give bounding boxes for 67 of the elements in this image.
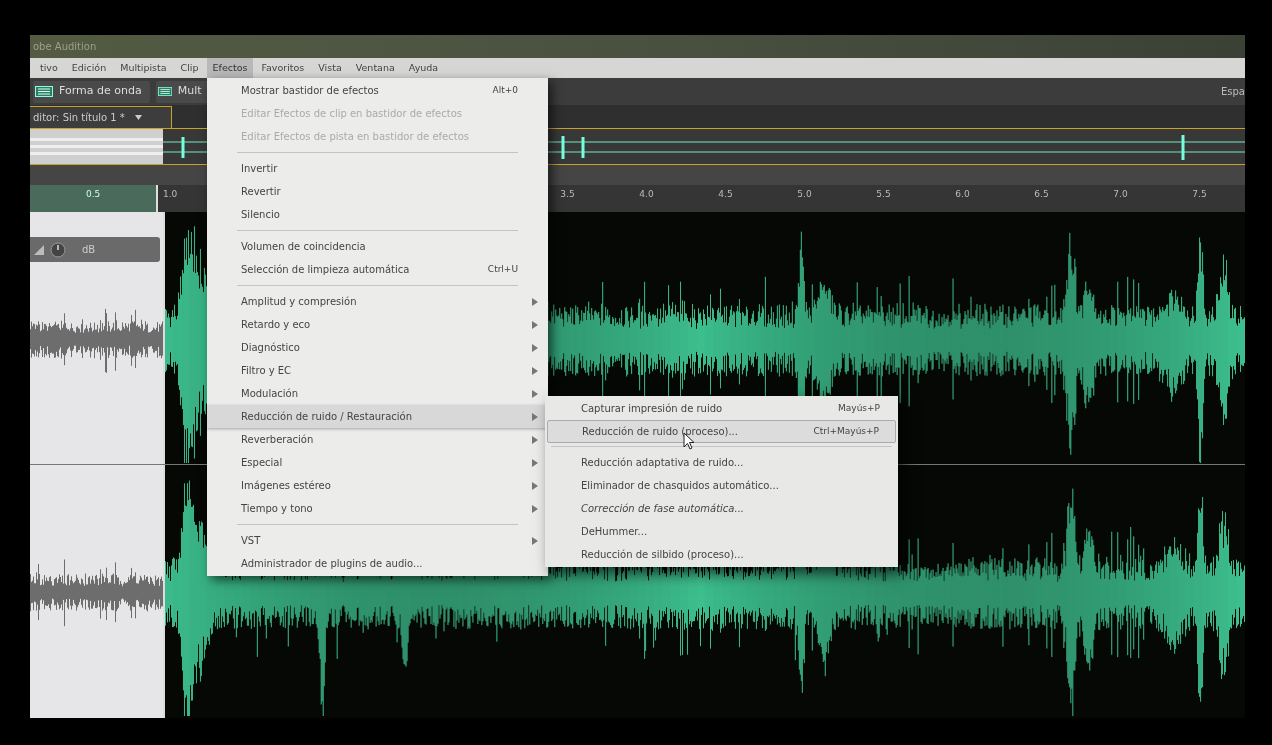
submenu-arrow-icon	[532, 297, 538, 306]
waveform-view-icon	[35, 86, 53, 97]
view-button[interactable]: Forma de onda	[33, 80, 150, 103]
view-button[interactable]: Mult	[155, 80, 210, 103]
editor-tab[interactable]: ditor: Sin título 1 *	[30, 106, 172, 128]
knob-icon	[50, 241, 66, 258]
menu-item[interactable]: Especial	[207, 451, 548, 474]
menu-item[interactable]: Eliminador de chasquidos automático...	[547, 474, 896, 497]
submenu-arrow-icon	[532, 536, 538, 545]
submenu-arrow-icon	[532, 412, 538, 421]
submenu-arrow-icon	[532, 366, 538, 375]
menu-item[interactable]: Amplitud y compresión	[207, 290, 548, 313]
menu-bar-item[interactable]: Vista	[312, 58, 348, 78]
menu-bar-item[interactable]: tivo	[34, 58, 64, 78]
menu-item[interactable]: Imágenes estéreo	[207, 474, 548, 497]
submenu-arrow-icon	[532, 481, 538, 490]
ruler-label: 7.0	[1113, 188, 1129, 201]
window-title: obe Audition	[33, 40, 97, 54]
menu-bar-item[interactable]: Efectos	[206, 58, 254, 78]
ruler-label: 3.5	[560, 188, 576, 201]
menu-item[interactable]: Silencio	[207, 203, 548, 226]
menu-item[interactable]: Administrador de plugins de audio...	[207, 552, 548, 575]
ruler-label: 5.5	[876, 188, 892, 201]
menu-item[interactable]: Selección de limpieza automática Ctrl+U	[207, 258, 548, 281]
ruler-label: 0.5	[86, 188, 102, 201]
menu-bar-item[interactable]: Favoritos	[255, 58, 311, 78]
ruler-label: 7.5	[1192, 188, 1208, 201]
submenu-arrow-icon	[532, 389, 538, 398]
menu-item[interactable]: VST	[207, 529, 548, 552]
gain-unit: dB	[82, 243, 96, 257]
submenu-arrow-icon	[532, 320, 538, 329]
menu-item[interactable]: Mostrar bastidor de efectos Alt+0	[207, 79, 548, 102]
menu-bar-item[interactable]: Ventana	[349, 58, 401, 78]
menu-item[interactable]: Volumen de coincidencia	[207, 235, 548, 258]
submenu-arrow-icon	[532, 458, 538, 467]
menu-item[interactable]: Corrección de fase automática...	[547, 497, 896, 520]
menu-bar-item[interactable]: Edición	[65, 58, 113, 78]
menu-item[interactable]: Reducción de ruido (proceso)... Ctrl+Mayús+P	[547, 420, 896, 443]
ruler-label: 4.0	[639, 188, 655, 201]
menu-item[interactable]: Filtro y EC	[207, 359, 548, 382]
waveform-view-icon	[157, 86, 172, 97]
menu-item[interactable]: Invertir	[207, 157, 548, 180]
ruler-label: 4.5	[718, 188, 734, 201]
menu-item[interactable]: Revertir	[207, 180, 548, 203]
ruler-label: 6.5	[1034, 188, 1050, 201]
ruler-label: 5.0	[797, 188, 813, 201]
menu-bar-item[interactable]: Ayuda	[402, 58, 445, 78]
menu-item[interactable]: Reducción adaptativa de ruido...	[547, 451, 896, 474]
menu-item[interactable]: Modulación	[207, 382, 548, 405]
submenu-arrow-icon	[532, 504, 538, 513]
ruler-label: 6.0	[955, 188, 971, 201]
menu-item[interactable]: Reverberación	[207, 428, 548, 451]
ruler-label: 1.0	[163, 188, 178, 201]
menu-item[interactable]: DeHummer...	[547, 520, 896, 543]
submenu-arrow-icon	[532, 435, 538, 444]
menu-bar-item[interactable]: Clip	[174, 58, 205, 78]
submenu-arrow-icon	[532, 343, 538, 352]
workspace-label: Espa	[1221, 85, 1245, 99]
menu-item[interactable]: Reducción de ruido / Restauración	[207, 405, 548, 428]
level-meter-icon	[34, 244, 44, 255]
menu-item[interactable]: Diagnóstico	[207, 336, 548, 359]
dropdown-icon	[134, 115, 142, 120]
menu-item[interactable]: Capturar impresión de ruido Mayús+P	[547, 397, 896, 420]
menu-item[interactable]: Reducción de silbido (proceso)...	[547, 543, 896, 566]
menu-bar-item[interactable]: Multipista	[114, 58, 173, 78]
menu-item[interactable]: Retardo y eco	[207, 313, 548, 336]
menu-item[interactable]: Tiempo y tono	[207, 497, 548, 520]
